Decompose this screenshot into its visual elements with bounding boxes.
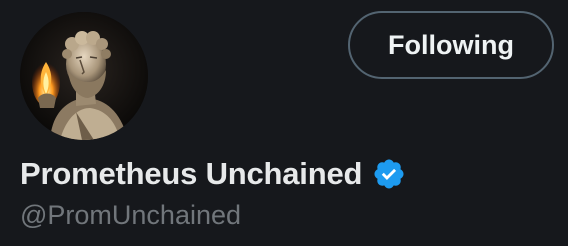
following-button[interactable]: Following	[348, 11, 554, 79]
profile-avatar[interactable]	[20, 12, 148, 140]
profile-header: Following Prometheus Unchained @PromUnch…	[0, 0, 568, 246]
name-row: Prometheus Unchained	[20, 154, 406, 194]
display-name: Prometheus Unchained	[20, 156, 363, 191]
avatar-bust-image	[20, 12, 148, 140]
verified-badge-icon[interactable]	[372, 157, 406, 191]
user-handle: @PromUnchained	[20, 200, 242, 230]
